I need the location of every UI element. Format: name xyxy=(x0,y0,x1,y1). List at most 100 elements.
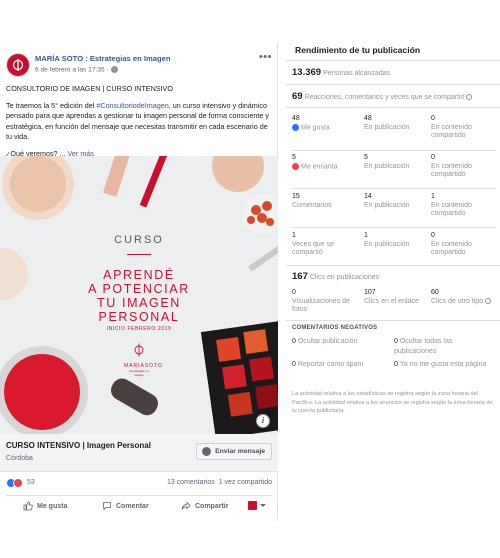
hashtag-link[interactable]: #ConsultoriodeImagen xyxy=(96,101,168,110)
comment-button[interactable]: Comentar xyxy=(102,501,149,511)
metric-shared: 0 En contenido compartido xyxy=(431,115,500,141)
metric-value: 1 xyxy=(292,232,296,239)
metric-label: Clics en el enlace xyxy=(364,297,419,305)
reactions-summary: 53 13 comentarios 1 vez compartido xyxy=(6,477,272,491)
page-mini-avatar xyxy=(248,501,257,510)
creative-headline: APRENDÉ A POTENCIAR TU IMAGEN PERSONAL xyxy=(0,268,278,324)
metric-value: 1 xyxy=(431,193,435,200)
comments-count[interactable]: 13 comentarios xyxy=(167,479,215,486)
share-label: Compartir xyxy=(195,502,229,510)
thumbs-up-icon xyxy=(23,501,33,511)
cta-title[interactable]: CURSO INTENSIVO | Imagen Personal xyxy=(6,441,151,450)
send-message-button[interactable]: Enviar mensaje xyxy=(196,443,272,460)
engagement-value: 69 xyxy=(292,91,303,102)
divider xyxy=(292,150,496,151)
metric-value: 14 xyxy=(364,193,372,200)
metric-value: 0 xyxy=(431,115,435,122)
shares-count[interactable]: 1 vez compartido xyxy=(219,479,272,486)
headline-line: TU IMAGEN xyxy=(97,296,181,310)
metric-value: 15 xyxy=(292,193,300,200)
metric-value: 60 xyxy=(431,289,439,296)
metric-value: 0 xyxy=(431,232,435,239)
metric-label: Reportar como spam xyxy=(297,361,364,368)
engagement-label: Reacciones, comentarios y veces que se c… xyxy=(304,94,465,101)
metric-value: 1 xyxy=(364,232,368,239)
react-as-selector[interactable] xyxy=(248,501,266,510)
headline-line: A POTENCIAR xyxy=(88,282,190,296)
metric-label: Clics de otro tipo xyxy=(431,297,484,305)
cta-location: Córdoba xyxy=(6,455,33,462)
creative-logo: MARIASOTO Estrategias en Imagen xyxy=(124,343,162,377)
like-button[interactable]: Me gusta xyxy=(23,501,67,511)
love-reaction-icon xyxy=(292,162,299,170)
metric-label: Visualizaciones de fotos xyxy=(292,297,350,314)
maria-soto-logo-icon xyxy=(134,343,144,357)
divider xyxy=(292,188,496,189)
body-prefix: Te traemos la 5° edición del xyxy=(6,100,97,110)
post-date: 6 de febrero a las 17:35 · xyxy=(35,66,109,74)
creative-curso-label: CURSO xyxy=(114,234,164,246)
metric-label: En publicación xyxy=(364,240,410,248)
click-metric: 107 Clics en el enlace xyxy=(364,289,434,306)
ad-creative-image[interactable]: CURSO APRENDÉ A POTENCIAR TU IMAGEN PERS… xyxy=(0,156,278,434)
maria-soto-logo-icon xyxy=(12,59,24,71)
metric-value: 48 xyxy=(292,115,300,122)
headline-line: PERSONAL xyxy=(98,310,180,324)
metric-total: 15 Comentarios xyxy=(292,193,362,210)
metric-label: En publicación xyxy=(364,162,410,170)
info-icon[interactable] xyxy=(485,297,492,304)
metric-value: 0 xyxy=(431,154,435,161)
post-timestamp[interactable]: 6 de febrero a las 17:35 · xyxy=(35,66,118,73)
messenger-icon xyxy=(202,447,212,456)
reach-label: Personas alcanzadas xyxy=(323,70,390,77)
share-button[interactable]: Compartir xyxy=(181,501,228,511)
clicks-label: Clics en publicaciones xyxy=(309,274,380,281)
comment-icon xyxy=(103,502,111,511)
insights-title: Rendimiento de tu publicación xyxy=(295,45,421,55)
comment-label: Comentar xyxy=(116,502,149,510)
send-message-label: Enviar mensaje xyxy=(215,448,265,455)
divider xyxy=(286,60,500,61)
logo-subtitle: Estrategias en Imagen xyxy=(129,369,149,377)
metric-on-post: 14 En publicación xyxy=(364,193,434,210)
divider xyxy=(286,107,500,108)
metric-shared: 0 En contenido compartido xyxy=(431,154,500,180)
metric-label: En contenido compartido xyxy=(431,201,472,218)
metric-value: 107 xyxy=(364,289,376,296)
post-card: MARÍA SOTO : Estrategias en Imagen 6 de … xyxy=(0,43,278,521)
metric-label: Ya no me gusta esta página xyxy=(399,361,487,368)
globe-icon xyxy=(110,66,118,73)
metric-shared: 0 En contenido compartido xyxy=(431,232,500,258)
metric-value: 48 xyxy=(364,115,372,122)
cta-bar[interactable]: CURSO INTENSIVO | Imagen Personal Córdob… xyxy=(0,434,278,472)
metric-label: En contenido compartido xyxy=(431,162,472,179)
click-metric: 0 Visualizaciones de fotos xyxy=(292,289,362,315)
metric-label: Veces que se compartió xyxy=(292,240,335,257)
page-name-link[interactable]: MARÍA SOTO : Estrategias en Imagen xyxy=(35,54,170,63)
metric-shared: 1 En contenido compartido xyxy=(431,193,500,219)
metric-row-likes: 48 Me gusta 48 En publicación 0 En contenid… xyxy=(292,115,496,149)
metric-row-love: 5 Me encanta 5 En publicación 0 En contenid… xyxy=(292,154,496,188)
metric-total: 5 Me encanta xyxy=(292,154,362,171)
metric-label: En publicación xyxy=(364,201,410,209)
metric-label: Me encanta xyxy=(301,162,338,170)
post-body: CONSULTORIO DE IMAGEN | CURSO INTENSIVO … xyxy=(6,84,271,159)
caret-down-icon xyxy=(260,504,266,507)
page-avatar[interactable] xyxy=(6,53,30,77)
reactions-count[interactable]: 53 xyxy=(27,479,35,486)
clicks-value: 167 xyxy=(292,271,308,282)
post-title-line: CONSULTORIO DE IMAGEN | CURSO INTENSIVO xyxy=(6,84,173,93)
metric-value: 0 xyxy=(394,361,398,368)
info-icon[interactable] xyxy=(466,94,473,101)
metric-value: 5 xyxy=(364,154,368,161)
info-icon[interactable]: i xyxy=(256,414,270,428)
metric-label: Ocultar todas las publicaciones xyxy=(394,338,453,355)
reach-value: 13.369 xyxy=(292,67,322,78)
comment-share-counts: 13 comentarios 1 vez compartido xyxy=(167,479,272,486)
metric-value: 0 xyxy=(292,289,296,296)
post-insights-panel: Rendimiento de tu publicación 13.369 Pers… xyxy=(286,43,500,521)
share-icon xyxy=(181,501,191,510)
reaction-icons[interactable] xyxy=(6,478,23,488)
divider xyxy=(286,84,500,85)
more-options-icon[interactable]: ••• xyxy=(259,52,272,63)
